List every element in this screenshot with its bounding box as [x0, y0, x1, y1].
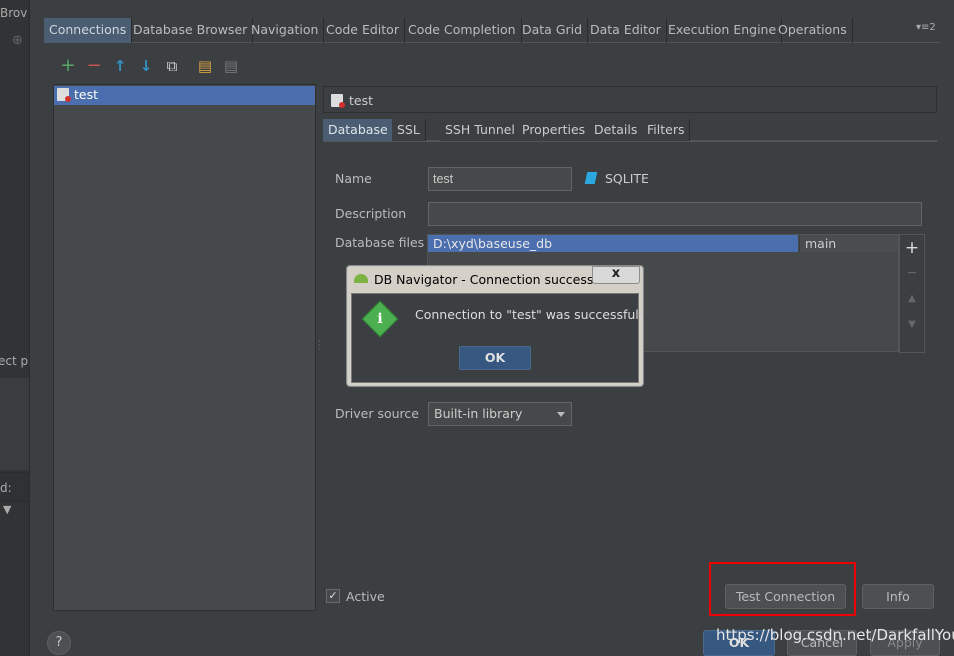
background-label: d:: [0, 481, 12, 495]
test-connection-button[interactable]: Test Connection: [725, 584, 846, 609]
database-files-label: Database files: [335, 235, 425, 250]
remove-connection-icon[interactable]: −: [85, 57, 103, 75]
tab-ssh-tunnel[interactable]: SSH Tunnel: [440, 119, 521, 141]
add-file-icon[interactable]: +: [900, 238, 924, 258]
database-file-schema-cell[interactable]: main: [799, 235, 898, 252]
add-connection-icon[interactable]: +: [59, 57, 77, 75]
name-label: Name: [335, 171, 372, 186]
connection-header: test: [323, 86, 937, 113]
tab-navigation[interactable]: Navigation: [246, 18, 325, 43]
tab-code-editor[interactable]: Code Editor: [321, 18, 405, 43]
database-icon: [331, 94, 345, 108]
tab-properties[interactable]: Properties: [517, 119, 592, 141]
description-label: Description: [335, 206, 407, 221]
popup-ok-button[interactable]: OK: [459, 346, 531, 370]
chevron-down-icon: [557, 412, 565, 417]
driver-source-value: Built-in library: [434, 406, 523, 421]
paste-icon[interactable]: ▤: [196, 57, 214, 75]
tab-connections[interactable]: Connections: [44, 18, 133, 43]
move-file-down-icon: ▼: [908, 319, 916, 330]
move-file-up-icon: ▲: [908, 293, 916, 304]
paste-disabled-icon: ▤: [223, 57, 239, 75]
active-label: Active: [346, 589, 385, 604]
description-input[interactable]: [428, 202, 922, 226]
connection-header-title: test: [349, 93, 374, 108]
tab-overflow-menu-icon[interactable]: ▾≡2: [916, 22, 936, 33]
tab-database-browser[interactable]: Database Browser: [128, 18, 254, 43]
popup-close-button[interactable]: x: [592, 266, 640, 284]
background-label-browser: Brov: [0, 6, 28, 20]
active-checkbox[interactable]: ✓: [326, 589, 340, 603]
move-down-icon[interactable]: ↓: [137, 57, 155, 75]
tab-filters[interactable]: Filters: [642, 119, 691, 141]
background-ide-strip: Brov ⊕ ect p d: ▼: [0, 0, 30, 656]
android-icon: [354, 274, 368, 283]
remove-file-icon: −: [906, 265, 918, 281]
tab-database[interactable]: Database: [323, 119, 394, 141]
tab-execution-engine[interactable]: Execution Engine: [663, 18, 783, 43]
driver-source-select[interactable]: Built-in library: [428, 402, 572, 426]
popup-title: DB Navigator - Connection successf...: [374, 272, 609, 287]
copy-icon[interactable]: ⧉: [163, 57, 181, 75]
tab-operations[interactable]: Operations: [773, 18, 853, 43]
move-up-icon[interactable]: ↑: [111, 57, 129, 75]
tab-data-grid[interactable]: Data Grid: [517, 18, 589, 43]
info-icon-glyph: i: [377, 311, 383, 327]
database-type-label: SQLITE: [605, 171, 649, 186]
background-label-project: ect p: [0, 354, 29, 368]
tab-data-editor[interactable]: Data Editor: [585, 18, 667, 43]
info-button[interactable]: Info: [862, 584, 934, 609]
tab-code-completion[interactable]: Code Completion: [403, 18, 522, 43]
splitter-handle[interactable]: · · ·: [318, 338, 321, 354]
name-input[interactable]: [428, 167, 572, 191]
popup-message: Connection to "test" was successful.: [415, 307, 643, 322]
background-panel: [0, 378, 29, 470]
tab-details[interactable]: Details: [589, 119, 644, 141]
database-files-actions: + − ▲ ▼: [899, 234, 925, 353]
tab-ssl[interactable]: SSL: [392, 119, 426, 141]
watermark-text: https://blog.csdn.net/DarkfallYou: [716, 626, 954, 644]
help-button[interactable]: ?: [47, 631, 71, 655]
connection-detail-tabs: Database SSL SSH Tunnel Properties Detai…: [323, 119, 937, 142]
driver-source-label: Driver source: [335, 406, 419, 421]
settings-tab-bar: Connections Database Browser Navigation …: [44, 18, 940, 43]
expand-triangle-icon: ▼: [3, 503, 12, 516]
connection-list[interactable]: [53, 84, 316, 611]
connection-label: test: [74, 87, 99, 102]
database-file-path-cell[interactable]: D:\xyd\baseuse_db: [428, 235, 798, 252]
database-icon: [57, 88, 71, 102]
connection-list-item[interactable]: test: [54, 86, 315, 105]
settings-icon: ⊕: [12, 33, 23, 48]
